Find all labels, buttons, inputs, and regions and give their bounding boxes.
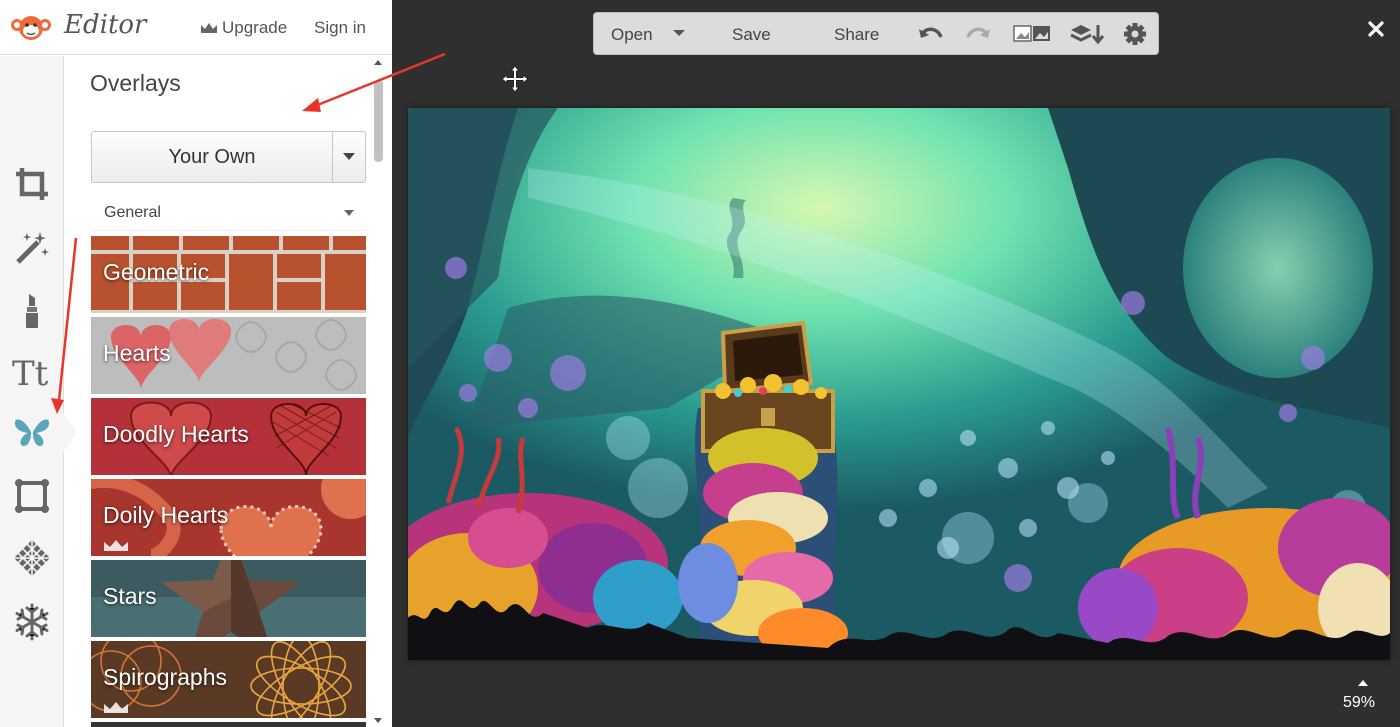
svg-text:Tt: Tt bbox=[12, 354, 49, 392]
photo-canvas[interactable] bbox=[408, 108, 1390, 660]
overlay-item-geometric[interactable]: Geometric bbox=[91, 236, 366, 313]
tool-effects[interactable] bbox=[8, 224, 56, 272]
category-selected-value: General bbox=[104, 204, 161, 221]
text-icon: Tt bbox=[12, 354, 49, 392]
texture-icon bbox=[14, 540, 50, 576]
overlay-item-spirographs[interactable]: Spirographs bbox=[91, 641, 366, 718]
tool-crop[interactable] bbox=[8, 160, 56, 208]
panel-title: Overlays bbox=[90, 70, 181, 96]
move-cursor-icon bbox=[501, 65, 529, 93]
monkey-logo-icon[interactable] bbox=[10, 13, 52, 43]
undo-icon[interactable] bbox=[917, 21, 945, 47]
premium-crown-icon bbox=[104, 540, 128, 551]
underwater-scene-image bbox=[408, 108, 1390, 660]
upgrade-label: Upgrade bbox=[222, 18, 288, 37]
category-select[interactable]: General bbox=[91, 194, 366, 231]
tool-overlays[interactable] bbox=[8, 408, 56, 456]
overlay-label: Stars bbox=[103, 583, 157, 609]
your-own-button[interactable]: Your Own bbox=[91, 131, 333, 183]
scroll-up-arrow-icon[interactable] bbox=[374, 60, 382, 65]
overlay-label: Doodly Hearts bbox=[103, 421, 249, 447]
frame-icon bbox=[15, 479, 49, 513]
tool-frames[interactable] bbox=[8, 472, 56, 520]
top-bar: Editor Upgrade Sign in bbox=[0, 0, 392, 55]
share-button[interactable]: Share bbox=[834, 25, 879, 45]
crown-icon bbox=[201, 23, 217, 33]
tool-rail: Tt bbox=[0, 56, 64, 727]
gear-icon[interactable] bbox=[1121, 21, 1149, 47]
butterfly-icon bbox=[14, 419, 50, 446]
premium-crown-icon bbox=[104, 702, 128, 713]
tool-textures[interactable] bbox=[8, 534, 56, 582]
app-title: Editor bbox=[64, 10, 147, 40]
your-own-dropdown-button[interactable] bbox=[332, 131, 366, 183]
overlay-label: Doily Hearts bbox=[103, 502, 229, 528]
panel-scrollbar[interactable] bbox=[370, 56, 386, 727]
lipstick-icon bbox=[26, 294, 38, 328]
overlay-item-partial[interactable] bbox=[91, 722, 366, 727]
close-icon[interactable] bbox=[1363, 16, 1389, 42]
sign-in-link[interactable]: Sign in bbox=[314, 18, 366, 38]
overlay-label: Geometric bbox=[103, 259, 210, 285]
redo-icon[interactable] bbox=[964, 21, 992, 47]
overlay-item-hearts[interactable]: Hearts bbox=[91, 317, 366, 394]
scroll-down-arrow-icon[interactable] bbox=[374, 718, 382, 723]
zoom-level[interactable]: 59% bbox=[1343, 694, 1375, 712]
zoom-menu-caret-icon[interactable] bbox=[1357, 679, 1369, 687]
overlay-label: Spirographs bbox=[103, 664, 228, 690]
overlay-item-stars[interactable]: Stars bbox=[91, 560, 366, 637]
open-dropdown-caret-icon[interactable] bbox=[672, 28, 686, 38]
editor-toolbar: Open Save Share bbox=[593, 12, 1159, 55]
scroll-thumb[interactable] bbox=[374, 80, 383, 162]
snowflake-icon bbox=[15, 603, 49, 641]
open-button[interactable]: Open bbox=[611, 25, 653, 45]
overlay-list: Geometric Hearts Doodly Hearts Doily Hea… bbox=[91, 236, 366, 727]
tool-text[interactable]: Tt bbox=[8, 348, 56, 396]
active-tool-pointer bbox=[63, 413, 77, 453]
overlay-item-doily-hearts[interactable]: Doily Hearts bbox=[91, 479, 366, 556]
chevron-down-icon bbox=[344, 210, 354, 216]
caret-down-icon bbox=[343, 153, 355, 160]
save-button[interactable]: Save bbox=[732, 25, 771, 45]
layers-icon[interactable] bbox=[1069, 21, 1105, 47]
crop-icon bbox=[16, 168, 48, 200]
tool-touch-up[interactable] bbox=[8, 286, 56, 334]
compare-images-icon[interactable] bbox=[1012, 21, 1054, 47]
overlay-item-doodly-hearts[interactable]: Doodly Hearts bbox=[91, 398, 366, 475]
upgrade-link[interactable]: Upgrade bbox=[200, 18, 287, 38]
overlay-label: Hearts bbox=[103, 340, 171, 366]
magic-wand-icon bbox=[16, 232, 49, 264]
tool-seasonal[interactable] bbox=[8, 598, 56, 646]
editor-sidebar: Editor Upgrade Sign in Tt Overlays Your … bbox=[0, 0, 392, 727]
